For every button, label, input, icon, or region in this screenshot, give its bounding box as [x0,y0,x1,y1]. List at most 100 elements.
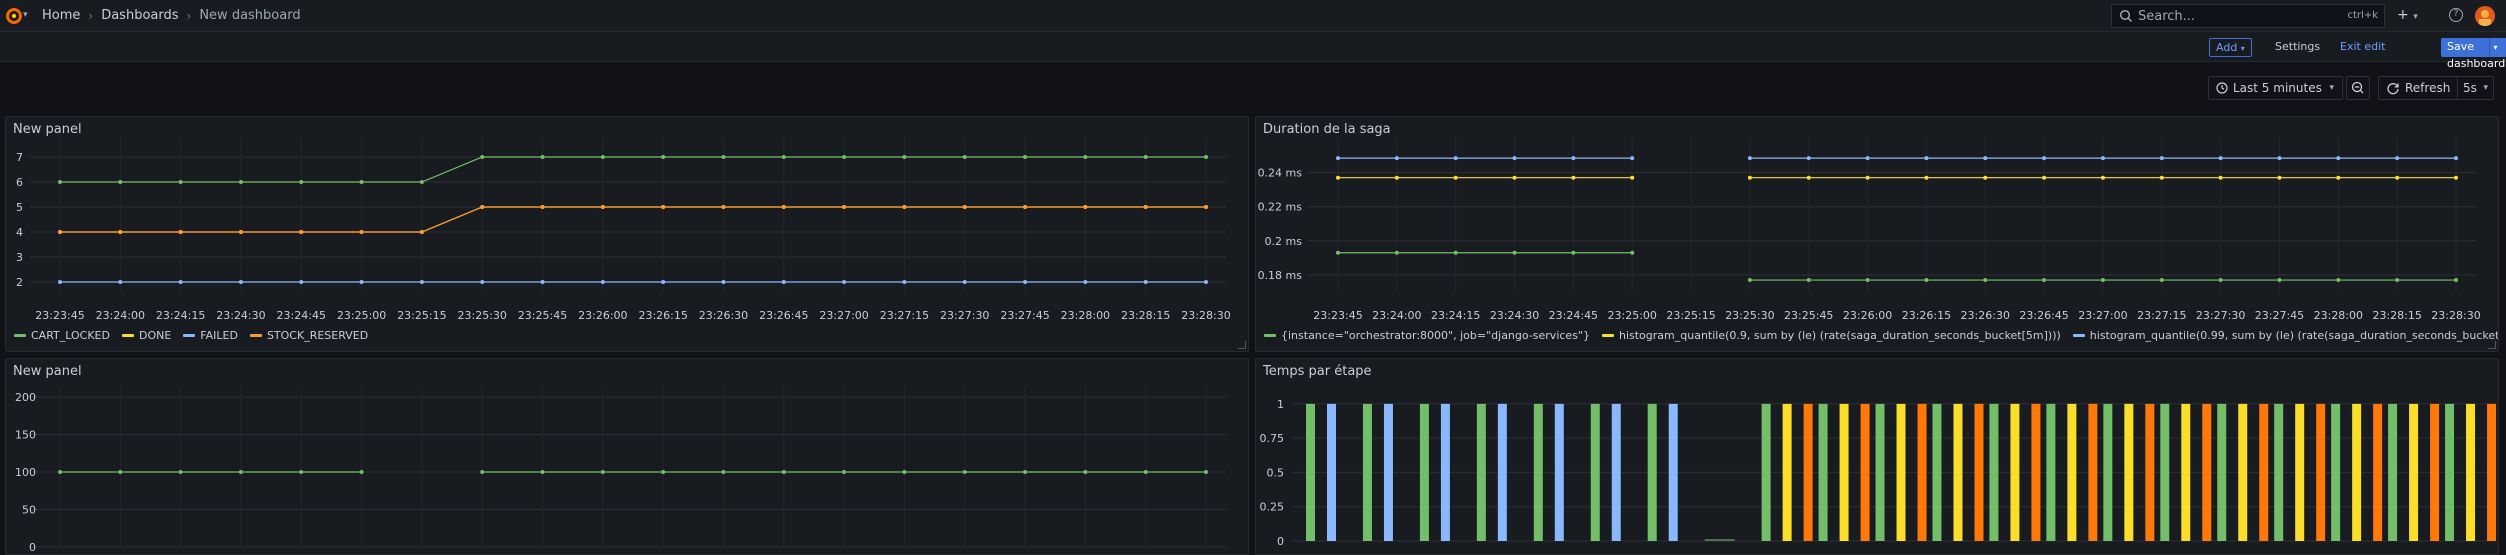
data-point [721,470,726,474]
data-point [2336,175,2341,180]
bar [2388,403,2398,541]
new-menu-button[interactable]: + ▾ [2397,7,2418,23]
zoom-out-button[interactable] [2346,76,2370,100]
settings-button[interactable]: Settings [2269,38,2326,57]
exit-edit-button[interactable]: Exit edit [2334,38,2391,57]
data-point [58,470,62,474]
data-point [238,180,243,184]
data-point [842,155,847,159]
legend-item[interactable]: histogram_quantile(0.99, sum by (le) (ra… [2072,329,2499,342]
data-point [2277,278,2282,283]
chart-legend: CART_LOCKED DONE FAILED STOCK_RESERVED [14,329,368,342]
refresh-interval-select[interactable]: 5s [2463,77,2477,99]
bar [1533,403,1543,541]
panel-new-panel-states[interactable]: New panel 2 3 4 5 6 7 23:23:45 23:24:00 23:24:15… [5,116,1249,352]
breadcrumb-home[interactable]: Home [42,8,80,23]
data-point [1747,278,1752,283]
legend-label: CART_LOCKED [31,329,110,342]
data-point [1204,155,1208,159]
x-tick-label: 23:25:45 [1784,309,1833,322]
data-point [178,280,183,284]
avatar[interactable] [2475,6,2495,26]
clock-icon [2216,82,2228,94]
data-point [1571,250,1576,255]
legend-swatch [183,334,196,337]
add-button[interactable]: Add ▾ [2209,38,2252,57]
data-point [842,470,847,474]
bar [2316,403,2326,541]
bar [2181,403,2191,541]
legend-item[interactable]: histogram_quantile(0.9, sum by (le) (rat… [1601,329,2061,342]
legend-item[interactable]: CART_LOCKED [14,329,110,342]
data-point [1630,156,1635,161]
data-point [1453,156,1458,161]
data-point [2100,156,2105,161]
legend-label: histogram_quantile(0.99, sum by (le) (ra… [2089,329,2499,342]
legend-label: {instance="orchestrator:8000", job="djan… [1281,329,1590,342]
data-point [1630,175,1635,180]
bar [1860,403,1870,541]
legend-swatch [1601,334,1614,337]
bar [1974,403,1984,541]
data-point [1924,175,1929,180]
data-point [419,280,424,284]
bar [1497,403,1507,541]
plus-icon: + [2397,7,2409,23]
bar [2487,403,2497,541]
refresh-divider [2457,77,2458,99]
resize-handle[interactable] [2488,341,2496,349]
x-tick-label: 23:27:00 [819,309,868,322]
data-point [1747,175,1752,180]
data-point [2336,278,2341,283]
data-point [118,180,123,184]
resize-handle[interactable] [1238,341,1246,349]
x-tick-label: 23:28:30 [1181,309,1230,322]
data-point [902,470,907,474]
data-point [1023,205,1028,209]
panel-temps-par-etape[interactable]: Temps par étape 0 0.25 0.5 0.75 1 [1255,358,2499,555]
bar [1554,403,1564,541]
chevron-down-icon[interactable]: ▾ [23,10,28,20]
add-button-label: Add [2216,41,2238,54]
data-point [1204,205,1208,209]
breadcrumb-dashboards[interactable]: Dashboards [101,8,178,23]
x-tick-label: 23:27:00 [2078,309,2127,322]
legend-item[interactable]: FAILED [183,329,238,342]
data-point [2042,156,2047,161]
x-tick-label: 23:26:30 [699,309,748,322]
help-icon[interactable]: ? [2449,8,2463,22]
bar [1362,403,1372,541]
x-tick-label: 23:25:30 [1725,309,1774,322]
data-point [118,470,123,474]
x-tick-label: 23:27:15 [2137,309,2186,322]
panel-new-panel-percent[interactable]: New panel 0 50 100 150 200 [5,358,1249,555]
data-point [2395,175,2400,180]
data-point [540,280,545,284]
time-range-picker[interactable]: Last 5 minutes ▾ [2208,76,2343,100]
bar [1590,403,1600,541]
bar [2067,403,2077,541]
search-input[interactable]: Search... ctrl+k [2111,4,2385,28]
data-point [721,280,726,284]
y-tick-label: 7 [16,151,23,164]
data-point [600,280,605,284]
legend-item[interactable]: DONE [121,329,171,342]
legend-item[interactable]: {instance="orchestrator:8000", job="djan… [1264,329,1590,342]
refresh-picker[interactable]: Refresh 5s ▾ [2378,76,2494,100]
x-tick-label: 23:24:45 [1549,309,1598,322]
data-point [238,470,243,474]
x-tick-label: 23:24:00 [1372,309,1421,322]
panel-duration-saga[interactable]: Duration de la saga 0.18 ms 0.2 ms 0.22 ms… [1255,116,2499,352]
x-tick-label: 23:27:30 [2196,309,2245,322]
data-point [1453,250,1458,255]
x-tick-label: 23:24:00 [96,309,145,322]
save-options-chevron-icon[interactable]: ▾ [2489,38,2501,57]
legend-item[interactable]: STOCK_RESERVED [249,329,368,342]
x-tick-label: 23:25:15 [1666,309,1715,322]
x-tick-label: 23:28:00 [2314,309,2363,322]
data-point [480,280,485,284]
refresh-button-label[interactable]: Refresh [2405,77,2450,99]
grafana-logo-icon[interactable] [5,7,23,25]
x-tick-label: 23:24:15 [1431,309,1480,322]
x-tick-label: 23:25:00 [1608,309,1657,322]
